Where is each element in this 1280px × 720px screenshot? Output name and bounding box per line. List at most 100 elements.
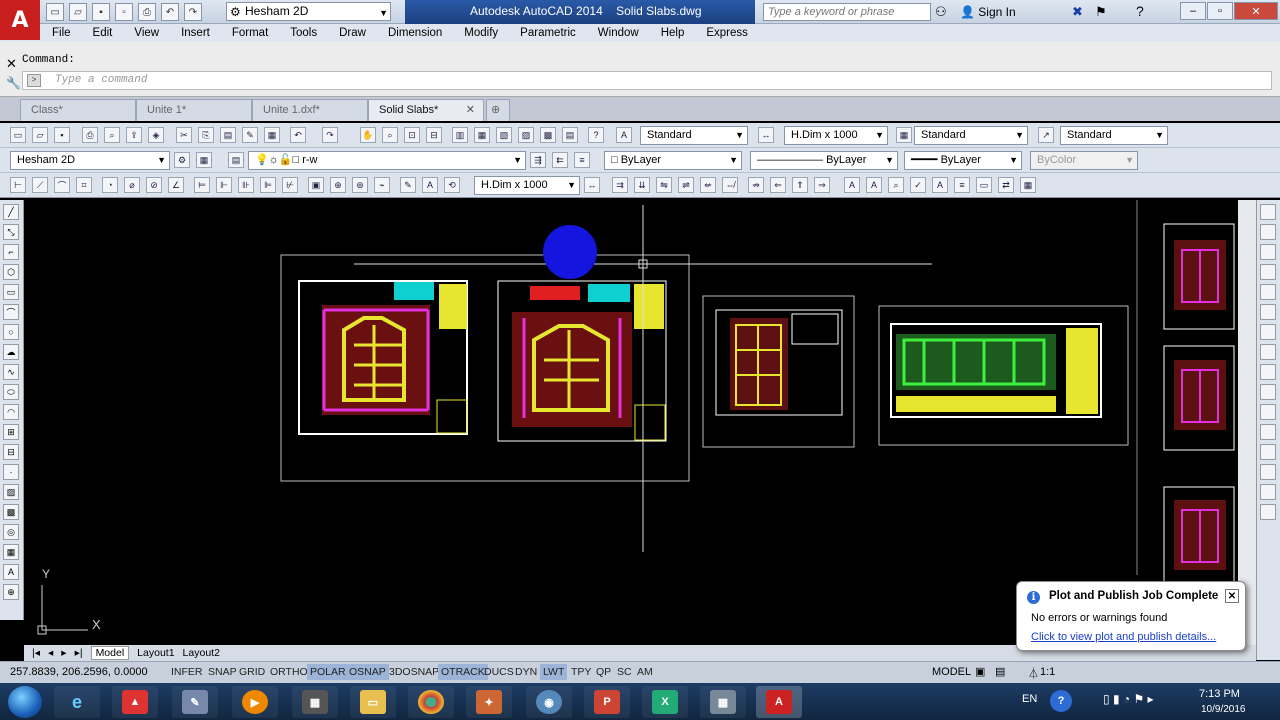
dim-style-manager-icon[interactable]: ↔ xyxy=(584,177,600,193)
make-current-icon[interactable]: ⇶ xyxy=(530,152,546,168)
tab-model[interactable]: Model xyxy=(90,646,130,660)
layer-properties-icon[interactable]: ▤ xyxy=(228,152,244,168)
tolerance-icon[interactable]: ▣ xyxy=(308,177,324,193)
workspace-select-2[interactable]: Hesham 2D ▼ xyxy=(10,151,170,170)
linear-dim-icon[interactable]: ⊢ xyxy=(10,177,26,193)
status-toggle-polar[interactable]: POLAR xyxy=(307,664,349,680)
layer-previous-icon[interactable]: ⇇ xyxy=(552,152,568,168)
taskbar-explorer[interactable]: ▭ xyxy=(350,686,396,718)
taskbar-app-4[interactable]: ▦ xyxy=(292,686,338,718)
open-file-icon[interactable]: ▱ xyxy=(69,3,87,21)
angular-icon[interactable]: ∠ xyxy=(168,177,184,193)
taskbar-app-6[interactable]: ◉ xyxy=(526,686,572,718)
open-icon[interactable]: ▱ xyxy=(32,127,48,143)
sheet-set-icon[interactable]: ▨ xyxy=(518,127,534,143)
tab-solid-slabs[interactable]: Solid Slabs* ✕ xyxy=(368,99,484,121)
taskbar-app-2[interactable]: ✎ xyxy=(172,686,218,718)
wrench-icon[interactable]: 🔧 xyxy=(6,76,21,90)
undo-icon[interactable]: ↶ xyxy=(161,3,179,21)
continue-icon[interactable]: ⊪ xyxy=(238,177,254,193)
dim-style-select-2[interactable]: H.Dim x 1000 ▼ xyxy=(474,176,580,195)
menu-insert[interactable]: Insert xyxy=(181,27,210,39)
undo-icon[interactable]: ↶ xyxy=(290,127,306,143)
modify-5-icon[interactable]: ⇍ xyxy=(700,177,716,193)
taskbar-autocad[interactable]: A xyxy=(756,686,802,718)
tab-layout1[interactable]: Layout1 xyxy=(137,647,174,659)
annotation-scale-value[interactable]: 1:1 xyxy=(1040,666,1055,678)
menu-parametric[interactable]: Parametric xyxy=(520,27,576,39)
coordinates-readout[interactable]: 257.8839, 206.2596, 0.0000 xyxy=(10,666,148,678)
modify-8-icon[interactable]: ⇐ xyxy=(770,177,786,193)
rectangle-icon[interactable]: ▭ xyxy=(3,284,19,300)
taskbar-app-1[interactable]: ▲ xyxy=(112,686,158,718)
menu-edit[interactable]: Edit xyxy=(93,27,113,39)
point-icon[interactable]: · xyxy=(3,464,19,480)
clock-date[interactable]: 10/9/2016 xyxy=(1201,704,1246,715)
text-frame-icon[interactable]: ▭ xyxy=(976,177,992,193)
start-button[interactable] xyxy=(8,686,42,718)
drawing-canvas[interactable] xyxy=(24,200,1256,645)
mleader-style-icon[interactable]: ↗ xyxy=(1038,127,1054,143)
gear-icon[interactable]: ⚙ xyxy=(174,152,190,168)
save-icon[interactable]: ▪ xyxy=(54,127,70,143)
tab-unite1[interactable]: Unite 1* xyxy=(136,99,252,121)
menu-file[interactable]: File xyxy=(52,27,71,39)
spell-check-icon[interactable]: ✓ xyxy=(910,177,926,193)
close-icon[interactable]: ✕ xyxy=(466,100,475,120)
workspace-settings-icon[interactable]: ▦ xyxy=(196,152,212,168)
offset-icon[interactable] xyxy=(1260,264,1276,280)
dim-update-icon[interactable]: ⟲ xyxy=(444,177,460,193)
design-center-icon[interactable]: ▦ xyxy=(474,127,490,143)
close-button[interactable]: ✕ xyxy=(1234,2,1278,20)
save-as-icon[interactable]: ▫ xyxy=(115,3,133,21)
cut-icon[interactable]: ✂ xyxy=(176,127,192,143)
region-icon[interactable]: ◎ xyxy=(3,524,19,540)
redo-icon[interactable]: ↷ xyxy=(184,3,202,21)
status-toggle-dyn[interactable]: DYN xyxy=(512,664,540,680)
plot-icon[interactable]: ⎙ xyxy=(82,127,98,143)
tab-layout2[interactable]: Layout2 xyxy=(183,647,220,659)
model-space-toggle[interactable]: MODEL xyxy=(932,666,971,678)
arc-length-icon[interactable]: ⌒ xyxy=(54,177,70,193)
input-language[interactable]: EN xyxy=(1022,693,1037,705)
scale-icon[interactable] xyxy=(1260,344,1276,360)
modify-2-icon[interactable]: ⇊ xyxy=(634,177,650,193)
match-properties-icon[interactable]: ✎ xyxy=(242,127,258,143)
erase-icon[interactable] xyxy=(1260,204,1276,220)
nav-next-icon[interactable]: ▸ xyxy=(61,647,66,659)
properties-icon[interactable]: ▥ xyxy=(452,127,468,143)
gradient-icon[interactable]: ▩ xyxy=(3,504,19,520)
table-style-select[interactable]: Standard ▼ xyxy=(914,126,1028,145)
table-style-icon[interactable]: ▦ xyxy=(896,127,912,143)
menu-window[interactable]: Window xyxy=(598,27,639,39)
taskbar-powerpoint[interactable]: P xyxy=(584,686,630,718)
dim-edit-icon[interactable]: ✎ xyxy=(400,177,416,193)
tray-icons[interactable]: ▯ ▮ ◔ ⚑ ▸ xyxy=(1103,692,1154,706)
mtext-icon[interactable]: A xyxy=(3,564,19,580)
clock-time[interactable]: 7:13 PM xyxy=(1199,688,1240,700)
tab-class[interactable]: Class* xyxy=(20,99,136,121)
center-mark-icon[interactable]: ⊕ xyxy=(330,177,346,193)
circle-icon[interactable]: ○ xyxy=(3,324,19,340)
tool-palettes-icon[interactable]: ▧ xyxy=(496,127,512,143)
break-icon[interactable] xyxy=(1260,424,1276,440)
ordinate-icon[interactable]: ⌗ xyxy=(76,177,92,193)
menu-view[interactable]: View xyxy=(134,27,159,39)
taskbar-ie[interactable]: e xyxy=(54,686,100,718)
taskbar-app-5[interactable]: ✦ xyxy=(466,686,512,718)
status-toggle-grid[interactable]: GRID xyxy=(236,664,268,680)
new-file-icon[interactable]: ▭ xyxy=(46,3,64,21)
mleader-style-select[interactable]: Standard ▼ xyxy=(1060,126,1168,145)
inspect-icon[interactable]: ⊛ xyxy=(352,177,368,193)
status-toggle-ortho[interactable]: ORTHO xyxy=(267,664,311,680)
vertical-scrollbar[interactable] xyxy=(1238,200,1256,645)
taskbar-excel[interactable]: X xyxy=(642,686,688,718)
tab-unite1-dxf[interactable]: Unite 1.dxf* xyxy=(252,99,368,121)
save-icon[interactable]: ▪ xyxy=(92,3,110,21)
polyline-icon[interactable]: ⌐ xyxy=(3,244,19,260)
move-icon[interactable] xyxy=(1260,304,1276,320)
search-input[interactable]: Type a keyword or phrase xyxy=(763,3,931,21)
text-mask-icon[interactable]: ▦ xyxy=(1020,177,1036,193)
status-toggle-lwt[interactable]: LWT xyxy=(540,664,568,680)
taskbar-chrome[interactable] xyxy=(408,686,454,718)
